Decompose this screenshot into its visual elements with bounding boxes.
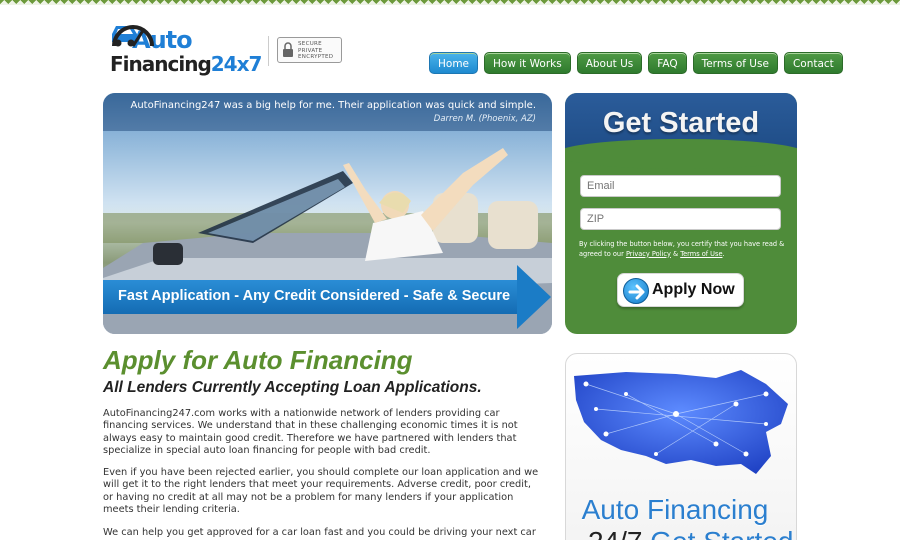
usa-network-map-icon — [574, 370, 788, 474]
email-field[interactable] — [580, 175, 781, 197]
intro-paragraph: AutoFinancing247.com works with a nation… — [103, 408, 518, 456]
zip-field[interactable] — [580, 208, 781, 230]
speedometer-icon — [112, 25, 154, 47]
nav-faq[interactable]: FAQ — [648, 52, 687, 74]
header-divider — [268, 36, 269, 66]
map-promo-247: 24/7 — [588, 526, 643, 540]
badge-line-encrypted: ENCRYPTED — [298, 54, 334, 60]
privacy-policy-link[interactable]: Privacy Policy — [626, 250, 671, 258]
hero-banner: AutoFinancing247 was a big help for me. … — [103, 93, 552, 334]
apply-now-label: Apply Now — [652, 281, 735, 298]
testimonial-quote: AutoFinancing247 was a big help for me. … — [130, 100, 537, 111]
top-border-decoration — [0, 0, 900, 10]
get-started-title: Get Started — [602, 107, 760, 139]
secure-badge-text: SECURE PRIVATE ENCRYPTED — [298, 41, 333, 61]
consent-disclaimer: By clicking the button below, you certif… — [579, 240, 789, 259]
logo-word-financing: Financing24x7 — [110, 52, 263, 76]
testimonial-author: Darren M. (Phoenix, AZ) — [433, 114, 536, 124]
get-started-panel: Get Started By clicking the button below… — [565, 93, 797, 334]
nav-how-it-works[interactable]: How it Works — [484, 52, 571, 74]
lock-icon — [283, 42, 293, 57]
main-nav: Home How it Works About Us FAQ Terms of … — [429, 52, 843, 74]
nav-about-us[interactable]: About Us — [576, 52, 643, 74]
nav-contact[interactable]: Contact — [783, 52, 843, 74]
logo-financing-text: Financing — [110, 52, 212, 76]
usa-map-promo[interactable]: Auto Financing 24/7 Get Started — [565, 353, 797, 540]
disclaimer-amp: & — [670, 249, 681, 258]
nav-terms-of-use[interactable]: Terms of Use — [692, 52, 778, 74]
site-logo[interactable]: Auto Financing24x7 — [110, 20, 263, 78]
page-subtitle: All Lenders Currently Accepting Loan App… — [103, 379, 482, 396]
map-promo-title: Auto Financing — [581, 494, 769, 525]
map-promo-subtitle: 24/7 Get Started — [588, 526, 793, 540]
apply-now-button[interactable]: Apply Now — [617, 273, 744, 307]
map-promo-get-started: Get Started — [650, 526, 793, 540]
logo-24x7-text: 24x7 — [210, 52, 263, 76]
approval-paragraph: We can help you get approved for a car l… — [103, 527, 536, 538]
nav-home[interactable]: Home — [429, 52, 479, 74]
hero-ribbon-text: Fast Application - Any Credit Considered… — [118, 288, 511, 304]
secure-badge: SECURE PRIVATE ENCRYPTED — [277, 37, 342, 63]
page-title: Apply for Auto Financing — [103, 345, 413, 375]
ribbon-arrow-icon — [517, 265, 551, 329]
rejected-paragraph: Even if you have been rejected earlier, … — [103, 467, 539, 515]
arrow-right-icon — [623, 278, 649, 304]
disclaimer-period: . — [722, 249, 725, 258]
terms-link[interactable]: Terms of Use — [680, 250, 722, 258]
testimonial-band — [103, 93, 552, 131]
